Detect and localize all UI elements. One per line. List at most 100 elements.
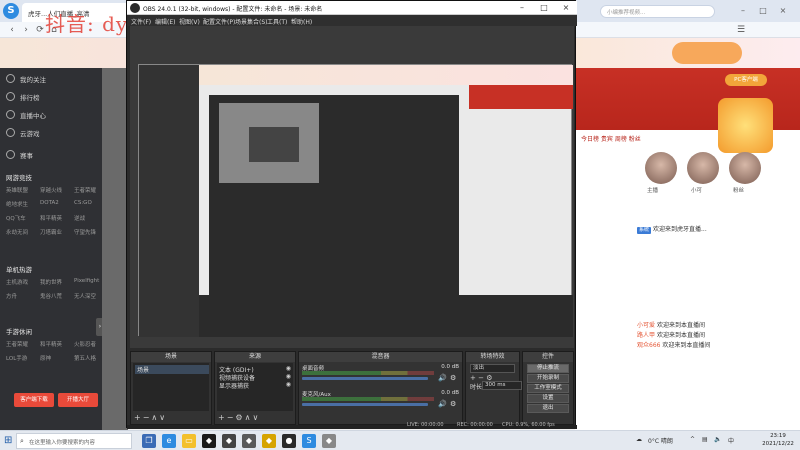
- weather-icon[interactable]: ☁: [636, 436, 642, 443]
- avatar[interactable]: [687, 152, 719, 184]
- windows-start-icon[interactable]: ⊞: [4, 435, 12, 447]
- sidebar-game[interactable]: 和平精英: [40, 340, 62, 348]
- duration-input[interactable]: 300 ms: [482, 381, 522, 390]
- file-explorer-icon[interactable]: ▭: [182, 434, 196, 448]
- exit-button[interactable]: 退出: [527, 404, 569, 413]
- client-download-button[interactable]: 客户端下载: [14, 393, 54, 407]
- speaker-icon[interactable]: 🔊: [438, 400, 447, 408]
- studio-mode-button[interactable]: 工作室模式: [527, 384, 569, 393]
- avatar[interactable]: [645, 152, 677, 184]
- minimize-icon[interactable]: –: [511, 1, 533, 15]
- sidebar-game[interactable]: CS:GO: [74, 200, 92, 206]
- move-down-icon[interactable]: ∨: [159, 413, 167, 422]
- chat-user[interactable]: 小可爱: [637, 322, 655, 329]
- settings-button[interactable]: 设置: [527, 394, 569, 403]
- obs-preview-canvas[interactable]: [130, 26, 574, 348]
- minimize-icon[interactable]: –: [735, 3, 751, 19]
- add-icon[interactable]: +: [134, 413, 143, 422]
- banner-event-badge[interactable]: [672, 42, 742, 64]
- sidebar-game[interactable]: Pixelfight: [74, 278, 99, 284]
- sidebar-item-events[interactable]: 赛事: [0, 146, 102, 164]
- menu-tools[interactable]: 工具(T): [267, 17, 287, 26]
- gear-icon[interactable]: ⚙: [235, 413, 244, 422]
- gear-icon[interactable]: ⚙: [450, 400, 456, 408]
- app-taskbar-icon[interactable]: ◆: [222, 434, 236, 448]
- sidebar-game[interactable]: 我的世界: [40, 278, 62, 286]
- chat-user[interactable]: 路人甲: [637, 332, 655, 339]
- sidebar-game[interactable]: QQ飞车: [6, 214, 26, 222]
- sidebar-game[interactable]: LOL手游: [6, 354, 27, 362]
- sidebar-item-follow[interactable]: 我的关注: [0, 70, 102, 88]
- sidebar-game[interactable]: 守望先锋: [74, 228, 96, 236]
- task-view-icon[interactable]: ❐: [142, 434, 156, 448]
- sidebar-game[interactable]: DOTA2: [40, 200, 59, 206]
- sidebar-game[interactable]: 刀塔霸业: [40, 228, 62, 236]
- rank-tabs[interactable]: 今日榜 贵宾 周榜 粉丝: [581, 134, 641, 143]
- add-icon[interactable]: +: [218, 413, 227, 422]
- maximize-icon[interactable]: □: [533, 1, 555, 15]
- open-live-button[interactable]: 开播大厅: [58, 393, 98, 407]
- volume-slider[interactable]: [302, 377, 428, 380]
- volume-icon[interactable]: 🔈: [714, 436, 721, 443]
- sidebar-game[interactable]: 原神: [40, 354, 51, 362]
- sidebar-game[interactable]: 火影忍者: [74, 340, 96, 348]
- volume-slider[interactable]: [302, 403, 428, 406]
- sidebar-game[interactable]: 英雄联盟: [6, 186, 28, 194]
- menu-scene-collection[interactable]: 场景集合(S): [235, 17, 268, 26]
- visibility-eye-icon[interactable]: ◉: [286, 381, 291, 388]
- sidebar-game[interactable]: 永劫无间: [6, 228, 28, 236]
- pc-client-button[interactable]: PC客户端: [725, 74, 767, 86]
- sidebar-game[interactable]: 绝地求生: [6, 200, 28, 208]
- sidebar-game[interactable]: 第五人格: [74, 354, 96, 362]
- scene-item[interactable]: 场景: [135, 365, 209, 374]
- app-taskbar-icon[interactable]: ◆: [202, 434, 216, 448]
- avatar[interactable]: [729, 152, 761, 184]
- menu-help[interactable]: 帮助(H): [291, 17, 312, 26]
- sidebar-game[interactable]: 鬼谷八荒: [40, 292, 62, 300]
- maximize-icon[interactable]: □: [755, 3, 771, 19]
- visibility-eye-icon[interactable]: ◉: [286, 373, 291, 380]
- sidebar-game[interactable]: 方舟: [6, 292, 17, 300]
- browser-taskbar-icon[interactable]: S: [302, 434, 316, 448]
- extensions-icon[interactable]: ☰: [735, 24, 747, 36]
- tray-chevron-icon[interactable]: ^: [690, 436, 695, 443]
- menu-edit[interactable]: 编辑(E): [155, 17, 175, 26]
- app-taskbar-icon[interactable]: ◆: [242, 434, 256, 448]
- speaker-icon[interactable]: 🔊: [438, 374, 447, 382]
- browser-taskbar-icon[interactable]: e: [162, 434, 176, 448]
- browser-logo-icon[interactable]: S: [3, 3, 19, 19]
- app-taskbar-icon[interactable]: ◆: [262, 434, 276, 448]
- forward-icon[interactable]: ›: [20, 24, 32, 36]
- transition-select[interactable]: 淡出: [470, 364, 515, 373]
- sidebar-game[interactable]: 王者荣耀: [6, 340, 28, 348]
- sidebar-game[interactable]: 穿越火线: [40, 186, 62, 194]
- move-down-icon[interactable]: ∨: [252, 413, 260, 422]
- sidebar-game[interactable]: 主机游戏: [6, 278, 28, 286]
- network-icon[interactable]: ▤: [702, 436, 708, 443]
- ime-indicator[interactable]: 中: [728, 436, 734, 445]
- menu-view[interactable]: 视图(V): [179, 17, 200, 26]
- weather-text[interactable]: 0°C 晴朗: [648, 436, 673, 445]
- menu-file[interactable]: 文件(F): [131, 17, 151, 26]
- add-icon[interactable]: +: [470, 374, 476, 382]
- obs-title-bar[interactable]: OBS 24.0.1 (32-bit, windows) - 配置文件: 未命名…: [127, 1, 577, 15]
- taskbar-clock[interactable]: 23:19 2021/12/22: [760, 432, 796, 448]
- sidebar-game[interactable]: 无人深空: [74, 292, 96, 300]
- visibility-eye-icon[interactable]: ◉: [286, 365, 291, 372]
- stop-streaming-button[interactable]: 停止推流: [527, 364, 569, 373]
- app-taskbar-icon[interactable]: ◆: [322, 434, 336, 448]
- back-icon[interactable]: ‹: [6, 24, 18, 36]
- sidebar-item-live[interactable]: 直播中心: [0, 106, 102, 124]
- sidebar-game[interactable]: 王者荣耀: [74, 186, 96, 194]
- sidebar-game[interactable]: 和平精英: [40, 214, 62, 222]
- start-recording-button[interactable]: 开始录制: [527, 374, 569, 383]
- menu-profile[interactable]: 配置文件(P): [203, 17, 235, 26]
- chat-user[interactable]: 观众666: [637, 342, 660, 349]
- taskbar-search[interactable]: ⌕ 在这里输入你要搜索的内容: [16, 433, 132, 449]
- sidebar-item-rank[interactable]: 排行榜: [0, 88, 102, 106]
- close-window-icon[interactable]: ×: [775, 3, 791, 19]
- gift-promo-image[interactable]: [718, 98, 773, 153]
- gear-icon[interactable]: ⚙: [450, 374, 456, 382]
- sidebar-game[interactable]: 逆战: [74, 214, 85, 222]
- browser-search-box[interactable]: 小编推荐视频...: [600, 5, 715, 18]
